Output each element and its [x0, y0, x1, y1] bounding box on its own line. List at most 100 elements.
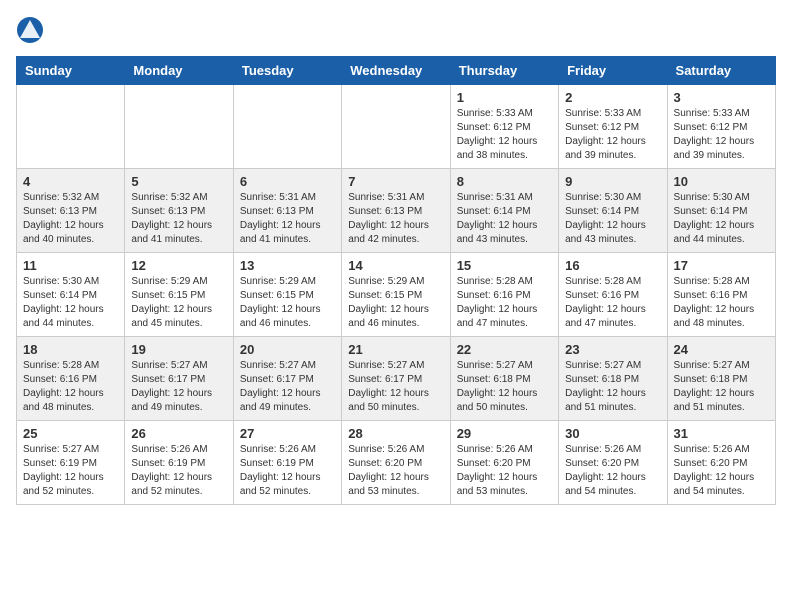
calendar-cell: 26 Sunrise: 5:26 AM Sunset: 6:19 PM Dayli…	[125, 421, 233, 505]
calendar-cell: 8 Sunrise: 5:31 AM Sunset: 6:14 PM Daylig…	[450, 169, 558, 253]
day-number: 14	[348, 258, 443, 273]
day-number: 23	[565, 342, 660, 357]
calendar-header-row: SundayMondayTuesdayWednesdayThursdayFrid…	[17, 57, 776, 85]
day-info: Sunrise: 5:28 AM Sunset: 6:16 PM Dayligh…	[23, 359, 118, 415]
day-of-week-header: Wednesday	[342, 57, 450, 85]
calendar-cell: 1 Sunrise: 5:33 AM Sunset: 6:12 PM Daylig…	[450, 85, 558, 169]
day-info: Sunrise: 5:28 AM Sunset: 6:16 PM Dayligh…	[565, 275, 660, 331]
calendar-cell: 23 Sunrise: 5:27 AM Sunset: 6:18 PM Dayli…	[559, 337, 667, 421]
calendar-cell: 15Sunrise: 5:28 AM Sunset: 6:16 PM Dayli…	[450, 253, 558, 337]
day-info: Sunrise: 5:27 AM Sunset: 6:17 PM Dayligh…	[348, 359, 443, 415]
day-number: 18	[23, 342, 118, 357]
calendar-cell: 31 Sunrise: 5:26 AM Sunset: 6:20 PM Dayli…	[667, 421, 775, 505]
day-number: 4	[23, 174, 118, 189]
day-info: Sunrise: 5:33 AM Sunset: 6:12 PM Dayligh…	[565, 107, 660, 163]
calendar-cell	[342, 85, 450, 169]
page-header	[16, 16, 776, 44]
calendar-cell	[125, 85, 233, 169]
day-number: 6	[240, 174, 335, 189]
calendar-cell: 9 Sunrise: 5:30 AM Sunset: 6:14 PM Daylig…	[559, 169, 667, 253]
day-info: Sunrise: 5:30 AM Sunset: 6:14 PM Dayligh…	[674, 191, 769, 247]
calendar-cell: 4 Sunrise: 5:32 AM Sunset: 6:13 PM Daylig…	[17, 169, 125, 253]
day-number: 19	[131, 342, 226, 357]
day-info: Sunrise: 5:26 AM Sunset: 6:20 PM Dayligh…	[674, 443, 769, 499]
day-info: Sunrise: 5:30 AM Sunset: 6:14 PM Dayligh…	[23, 275, 118, 331]
calendar-cell: 20 Sunrise: 5:27 AM Sunset: 6:17 PM Dayli…	[233, 337, 341, 421]
day-number: 13	[240, 258, 335, 273]
logo	[16, 16, 48, 44]
day-of-week-header: Sunday	[17, 57, 125, 85]
day-info: Sunrise: 5:26 AM Sunset: 6:20 PM Dayligh…	[348, 443, 443, 499]
day-number: 11	[23, 258, 118, 273]
day-info: Sunrise: 5:31 AM Sunset: 6:13 PM Dayligh…	[348, 191, 443, 247]
day-number: 20	[240, 342, 335, 357]
calendar-cell	[17, 85, 125, 169]
calendar-cell: 11 Sunrise: 5:30 AM Sunset: 6:14 PM Dayli…	[17, 253, 125, 337]
day-number: 3	[674, 90, 769, 105]
day-info: Sunrise: 5:29 AM Sunset: 6:15 PM Dayligh…	[240, 275, 335, 331]
day-number: 1	[457, 90, 552, 105]
calendar-cell: 27 Sunrise: 5:26 AM Sunset: 6:19 PM Dayli…	[233, 421, 341, 505]
day-info: Sunrise: 5:27 AM Sunset: 6:18 PM Dayligh…	[674, 359, 769, 415]
day-info: Sunrise: 5:27 AM Sunset: 6:19 PM Dayligh…	[23, 443, 118, 499]
day-number: 17	[674, 258, 769, 273]
day-number: 22	[457, 342, 552, 357]
calendar-cell: 3 Sunrise: 5:33 AM Sunset: 6:12 PM Daylig…	[667, 85, 775, 169]
day-number: 9	[565, 174, 660, 189]
day-info: Sunrise: 5:28 AM Sunset: 6:16 PM Dayligh…	[457, 275, 552, 331]
day-number: 8	[457, 174, 552, 189]
day-number: 2	[565, 90, 660, 105]
day-info: Sunrise: 5:28 AM Sunset: 6:16 PM Dayligh…	[674, 275, 769, 331]
day-info: Sunrise: 5:26 AM Sunset: 6:20 PM Dayligh…	[565, 443, 660, 499]
calendar-cell: 28 Sunrise: 5:26 AM Sunset: 6:20 PM Dayli…	[342, 421, 450, 505]
day-number: 24	[674, 342, 769, 357]
day-of-week-header: Monday	[125, 57, 233, 85]
day-number: 21	[348, 342, 443, 357]
calendar-cell	[233, 85, 341, 169]
calendar-cell: 22 Sunrise: 5:27 AM Sunset: 6:18 PM Dayli…	[450, 337, 558, 421]
calendar-cell: 12 Sunrise: 5:29 AM Sunset: 6:15 PM Dayli…	[125, 253, 233, 337]
calendar-cell: 2 Sunrise: 5:33 AM Sunset: 6:12 PM Daylig…	[559, 85, 667, 169]
day-info: Sunrise: 5:33 AM Sunset: 6:12 PM Dayligh…	[674, 107, 769, 163]
day-info: Sunrise: 5:27 AM Sunset: 6:18 PM Dayligh…	[457, 359, 552, 415]
day-number: 26	[131, 426, 226, 441]
calendar-week-row: 11 Sunrise: 5:30 AM Sunset: 6:14 PM Dayli…	[17, 253, 776, 337]
calendar-week-row: 25 Sunrise: 5:27 AM Sunset: 6:19 PM Dayli…	[17, 421, 776, 505]
day-info: Sunrise: 5:30 AM Sunset: 6:14 PM Dayligh…	[565, 191, 660, 247]
day-info: Sunrise: 5:26 AM Sunset: 6:19 PM Dayligh…	[240, 443, 335, 499]
day-info: Sunrise: 5:32 AM Sunset: 6:13 PM Dayligh…	[23, 191, 118, 247]
day-number: 12	[131, 258, 226, 273]
day-info: Sunrise: 5:29 AM Sunset: 6:15 PM Dayligh…	[131, 275, 226, 331]
day-info: Sunrise: 5:27 AM Sunset: 6:17 PM Dayligh…	[240, 359, 335, 415]
calendar-cell: 21 Sunrise: 5:27 AM Sunset: 6:17 PM Dayli…	[342, 337, 450, 421]
calendar-week-row: 4 Sunrise: 5:32 AM Sunset: 6:13 PM Daylig…	[17, 169, 776, 253]
day-number: 25	[23, 426, 118, 441]
calendar-table: SundayMondayTuesdayWednesdayThursdayFrid…	[16, 56, 776, 505]
calendar-cell: 13 Sunrise: 5:29 AM Sunset: 6:15 PM Dayli…	[233, 253, 341, 337]
calendar-cell: 17 Sunrise: 5:28 AM Sunset: 6:16 PM Dayli…	[667, 253, 775, 337]
day-number: 7	[348, 174, 443, 189]
day-number: 29	[457, 426, 552, 441]
calendar-cell: 18 Sunrise: 5:28 AM Sunset: 6:16 PM Dayli…	[17, 337, 125, 421]
day-number: 5	[131, 174, 226, 189]
day-info: Sunrise: 5:26 AM Sunset: 6:19 PM Dayligh…	[131, 443, 226, 499]
day-of-week-header: Saturday	[667, 57, 775, 85]
day-number: 30	[565, 426, 660, 441]
day-info: Sunrise: 5:26 AM Sunset: 6:20 PM Dayligh…	[457, 443, 552, 499]
calendar-cell: 19Sunrise: 5:27 AM Sunset: 6:17 PM Dayli…	[125, 337, 233, 421]
day-number: 31	[674, 426, 769, 441]
calendar-cell: 16Sunrise: 5:28 AM Sunset: 6:16 PM Dayli…	[559, 253, 667, 337]
calendar-cell: 24 Sunrise: 5:27 AM Sunset: 6:18 PM Dayli…	[667, 337, 775, 421]
calendar-cell: 25 Sunrise: 5:27 AM Sunset: 6:19 PM Dayli…	[17, 421, 125, 505]
calendar-cell: 29 Sunrise: 5:26 AM Sunset: 6:20 PM Dayli…	[450, 421, 558, 505]
day-of-week-header: Friday	[559, 57, 667, 85]
day-number: 28	[348, 426, 443, 441]
day-of-week-header: Tuesday	[233, 57, 341, 85]
calendar-cell: 6Sunrise: 5:31 AM Sunset: 6:13 PM Daylig…	[233, 169, 341, 253]
calendar-cell: 10Sunrise: 5:30 AM Sunset: 6:14 PM Dayli…	[667, 169, 775, 253]
day-info: Sunrise: 5:33 AM Sunset: 6:12 PM Dayligh…	[457, 107, 552, 163]
day-info: Sunrise: 5:31 AM Sunset: 6:14 PM Dayligh…	[457, 191, 552, 247]
day-number: 27	[240, 426, 335, 441]
day-info: Sunrise: 5:27 AM Sunset: 6:18 PM Dayligh…	[565, 359, 660, 415]
day-info: Sunrise: 5:32 AM Sunset: 6:13 PM Dayligh…	[131, 191, 226, 247]
